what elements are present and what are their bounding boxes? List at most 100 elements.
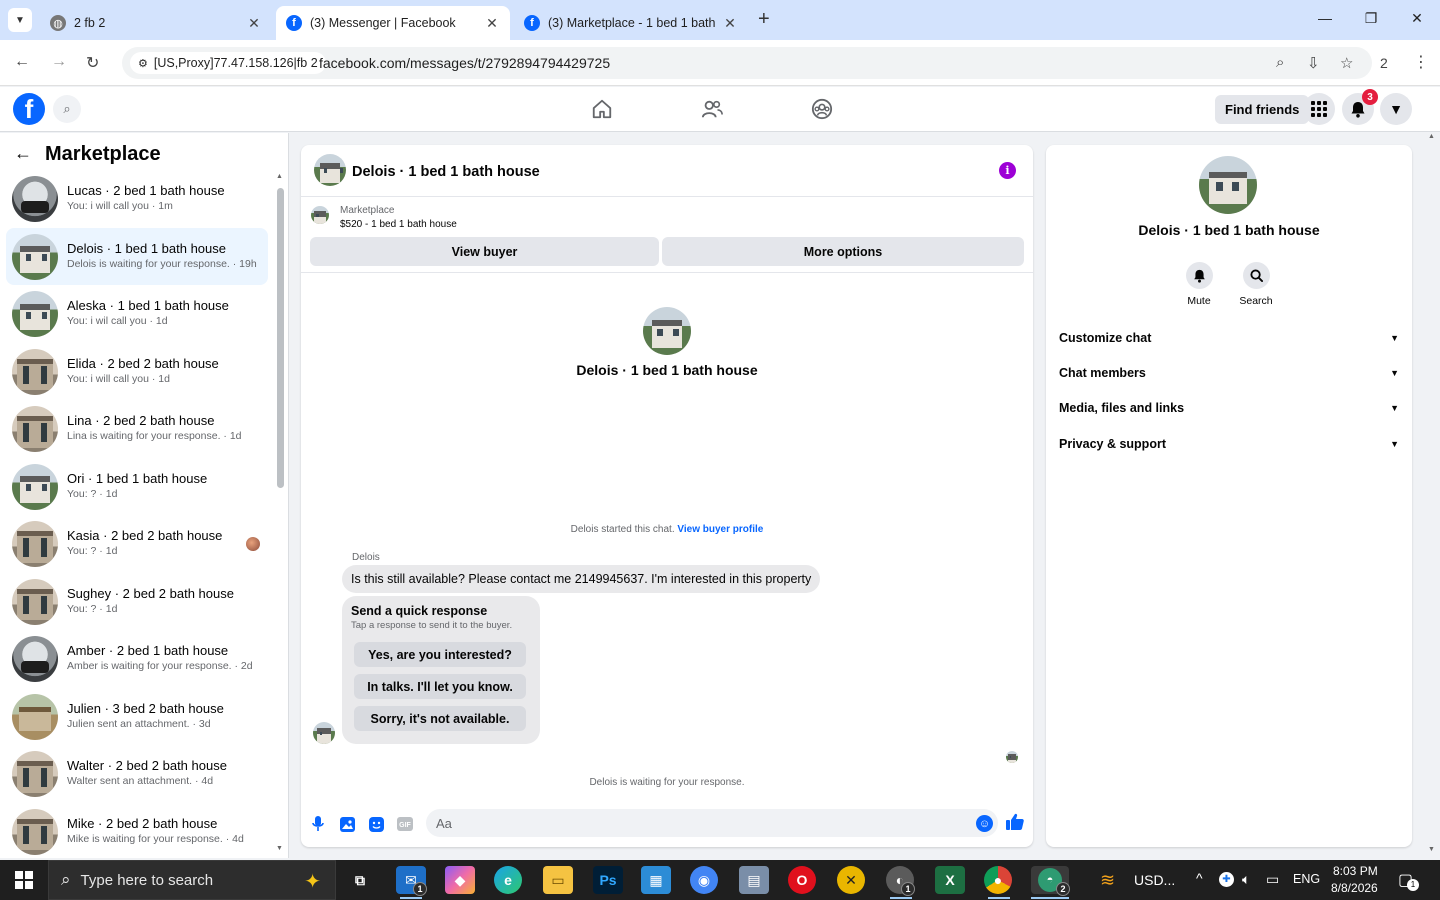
- currency-widget[interactable]: USD...: [1134, 872, 1175, 888]
- account-button[interactable]: ▼: [1380, 93, 1412, 125]
- volume-icon[interactable]: 🔈︎: [1242, 871, 1250, 888]
- info-icon[interactable]: i: [999, 162, 1016, 179]
- window-close-button[interactable]: ✕: [1407, 10, 1427, 27]
- store-icon[interactable]: ▦: [641, 866, 671, 894]
- copilot-icon[interactable]: ◆: [445, 866, 475, 894]
- friends-icon[interactable]: [700, 97, 724, 121]
- page-scroll-down-icon[interactable]: ▼: [1428, 846, 1435, 853]
- language-indicator[interactable]: ENG: [1293, 872, 1320, 886]
- message-bubble[interactable]: Is this still available? Please contact …: [342, 565, 821, 593]
- network-app-icon[interactable]: ▤: [739, 866, 769, 894]
- conversation-item[interactable]: Julien · 3 bed 2 bath house Julien sent a…: [6, 688, 268, 746]
- scroll-up-icon[interactable]: ▲: [276, 173, 283, 180]
- conversation-item[interactable]: Amber · 2 bed 1 bath house Amber is waiti…: [6, 630, 268, 688]
- task-view-icon[interactable]: ⧉: [345, 866, 375, 894]
- chrome-icon[interactable]: ●: [984, 866, 1012, 894]
- file-explorer-icon[interactable]: ▭: [543, 866, 573, 894]
- home-icon[interactable]: [590, 97, 614, 121]
- maximize-button[interactable]: ❐: [1361, 10, 1381, 27]
- edge-icon[interactable]: e: [494, 866, 522, 894]
- scroll-down-icon[interactable]: ▼: [276, 845, 283, 852]
- network-icon[interactable]: ▭: [1266, 871, 1279, 888]
- omnibox[interactable]: ⚙ [US,Proxy]77.47.158.126|fb 2 facebook.…: [122, 47, 1372, 79]
- info-avatar[interactable]: [1199, 156, 1257, 214]
- close-icon[interactable]: ✕: [484, 15, 500, 32]
- view-buyer-profile-link[interactable]: View buyer profile: [677, 524, 763, 535]
- reload-button[interactable]: ↻: [86, 53, 99, 73]
- excel-icon[interactable]: X: [935, 866, 965, 894]
- more-options-button[interactable]: More options: [662, 237, 1024, 266]
- find-friends-button[interactable]: Find friends: [1215, 95, 1310, 124]
- taskbar-search[interactable]: ⌕ Type here to search ✦: [48, 860, 336, 900]
- url-text[interactable]: facebook.com/messages/t/2792894794429725: [319, 55, 610, 71]
- fb-search-button[interactable]: ⌕: [53, 95, 81, 123]
- gif-icon[interactable]: GIF: [396, 815, 414, 833]
- browser-menu-icon[interactable]: ⋮: [1413, 52, 1429, 72]
- conversation-item[interactable]: Aleska · 1 bed 1 bath house You: i wil ca…: [6, 285, 268, 343]
- microphone-icon[interactable]: [309, 815, 327, 833]
- photo-icon[interactable]: [338, 815, 356, 833]
- bookmark-star-icon[interactable]: ☆: [1340, 54, 1353, 72]
- menu-grid-button[interactable]: [1303, 93, 1335, 125]
- clock-time[interactable]: 8:03 PM: [1333, 864, 1378, 878]
- currency-widget-icon[interactable]: ≋: [1100, 870, 1115, 891]
- facebook-logo[interactable]: f: [13, 93, 45, 125]
- search-conversation-button[interactable]: Search: [1226, 262, 1286, 307]
- message-input[interactable]: [426, 809, 998, 837]
- page-scroll-up-icon[interactable]: ▲: [1428, 133, 1435, 140]
- groups-icon[interactable]: [810, 97, 834, 121]
- quick-response-option[interactable]: In talks. I'll let you know.: [354, 674, 526, 699]
- conversation-item[interactable]: Ori · 1 bed 1 bath house You: ? · 1d: [6, 458, 268, 516]
- back-arrow-icon[interactable]: ←: [14, 143, 32, 164]
- conversation-item[interactable]: Walter · 2 bed 2 bath house Walter sent a…: [6, 745, 268, 803]
- tray-chevron-up-icon[interactable]: ^: [1196, 870, 1203, 886]
- notification-center-icon[interactable]: ▢ 1: [1398, 870, 1419, 891]
- browser-tab-1[interactable]: ◍ 2 fb 2 ✕: [40, 6, 272, 40]
- clock-date[interactable]: 8/8/2026: [1331, 881, 1378, 895]
- close-icon[interactable]: ✕: [246, 15, 262, 32]
- chat-title[interactable]: Delois · 1 bed 1 bath house: [352, 164, 540, 180]
- chat-avatar[interactable]: [314, 154, 346, 186]
- sidebar-scrollbar[interactable]: [277, 188, 284, 488]
- conversation-item[interactable]: Delois · 1 bed 1 bath house Delois is wai…: [6, 227, 268, 285]
- chat-members-section[interactable]: Chat members ▼: [1059, 361, 1399, 385]
- browser-tab-3[interactable]: f (3) Marketplace - 1 bed 1 bath ✕: [514, 6, 748, 40]
- quick-response-option[interactable]: Sorry, it's not available.: [354, 706, 526, 731]
- view-buyer-button[interactable]: View buyer: [310, 237, 659, 266]
- quick-response-option[interactable]: Yes, are you interested?: [354, 642, 526, 667]
- proxy-app-icon[interactable]: ✕: [837, 866, 865, 894]
- forward-button[interactable]: →: [51, 53, 67, 71]
- mute-button[interactable]: Mute: [1169, 262, 1229, 307]
- tab-search-button[interactable]: ▼: [8, 8, 32, 32]
- conversation-item[interactable]: Kasia · 2 bed 2 bath house You: ? · 1d: [6, 515, 268, 573]
- browser-profile-icon[interactable]: ◐ 1: [886, 866, 915, 896]
- media-files-links-section[interactable]: Media, files and links ▼: [1059, 396, 1399, 420]
- photoshop-icon[interactable]: Ps: [593, 866, 623, 894]
- close-icon[interactable]: ✕: [722, 15, 738, 32]
- new-tab-button[interactable]: +: [758, 8, 770, 31]
- tray-app-icon[interactable]: ✚: [1219, 872, 1234, 887]
- windows-start-icon[interactable]: [15, 871, 33, 889]
- profile-count[interactable]: 2: [1380, 55, 1388, 71]
- chrome-blue-icon[interactable]: ◉: [690, 866, 718, 894]
- back-button[interactable]: ←: [14, 53, 30, 71]
- install-app-icon[interactable]: ⇩: [1307, 54, 1320, 72]
- conversation-item[interactable]: Lina · 2 bed 2 bath house Lina is waiting…: [6, 400, 268, 458]
- customize-chat-section[interactable]: Customize chat ▼: [1059, 326, 1399, 350]
- privacy-support-section[interactable]: Privacy & support ▼: [1059, 432, 1399, 456]
- conversation-item[interactable]: Elida · 2 bed 2 bath house You: i will ca…: [6, 343, 268, 401]
- thumbs-up-icon[interactable]: [1006, 813, 1024, 835]
- browser-tab-2[interactable]: f (3) Messenger | Facebook ✕: [276, 6, 510, 40]
- listing-price-title[interactable]: $520 - 1 bed 1 bath house: [340, 219, 457, 230]
- conversation-item[interactable]: Sughey · 2 bed 2 bath house You: ? · 1d: [6, 573, 268, 631]
- opera-icon[interactable]: O: [788, 866, 816, 894]
- mail-app-icon[interactable]: ✉ 1: [396, 866, 427, 896]
- minimize-button[interactable]: —: [1315, 10, 1335, 26]
- zoom-icon[interactable]: ⌕: [1276, 54, 1284, 71]
- active-browser-icon[interactable]: ◓ 2: [1031, 866, 1070, 896]
- sticker-icon[interactable]: [367, 815, 385, 833]
- conversation-item[interactable]: Lucas · 2 bed 1 bath house You: i will ca…: [6, 170, 268, 228]
- conversation-item[interactable]: Mike · 2 bed 2 bath house Mike is waiting…: [6, 803, 268, 859]
- site-info-chip[interactable]: ⚙ [US,Proxy]77.47.158.126|fb 2: [130, 52, 326, 74]
- emoji-icon[interactable]: ☺: [976, 815, 993, 832]
